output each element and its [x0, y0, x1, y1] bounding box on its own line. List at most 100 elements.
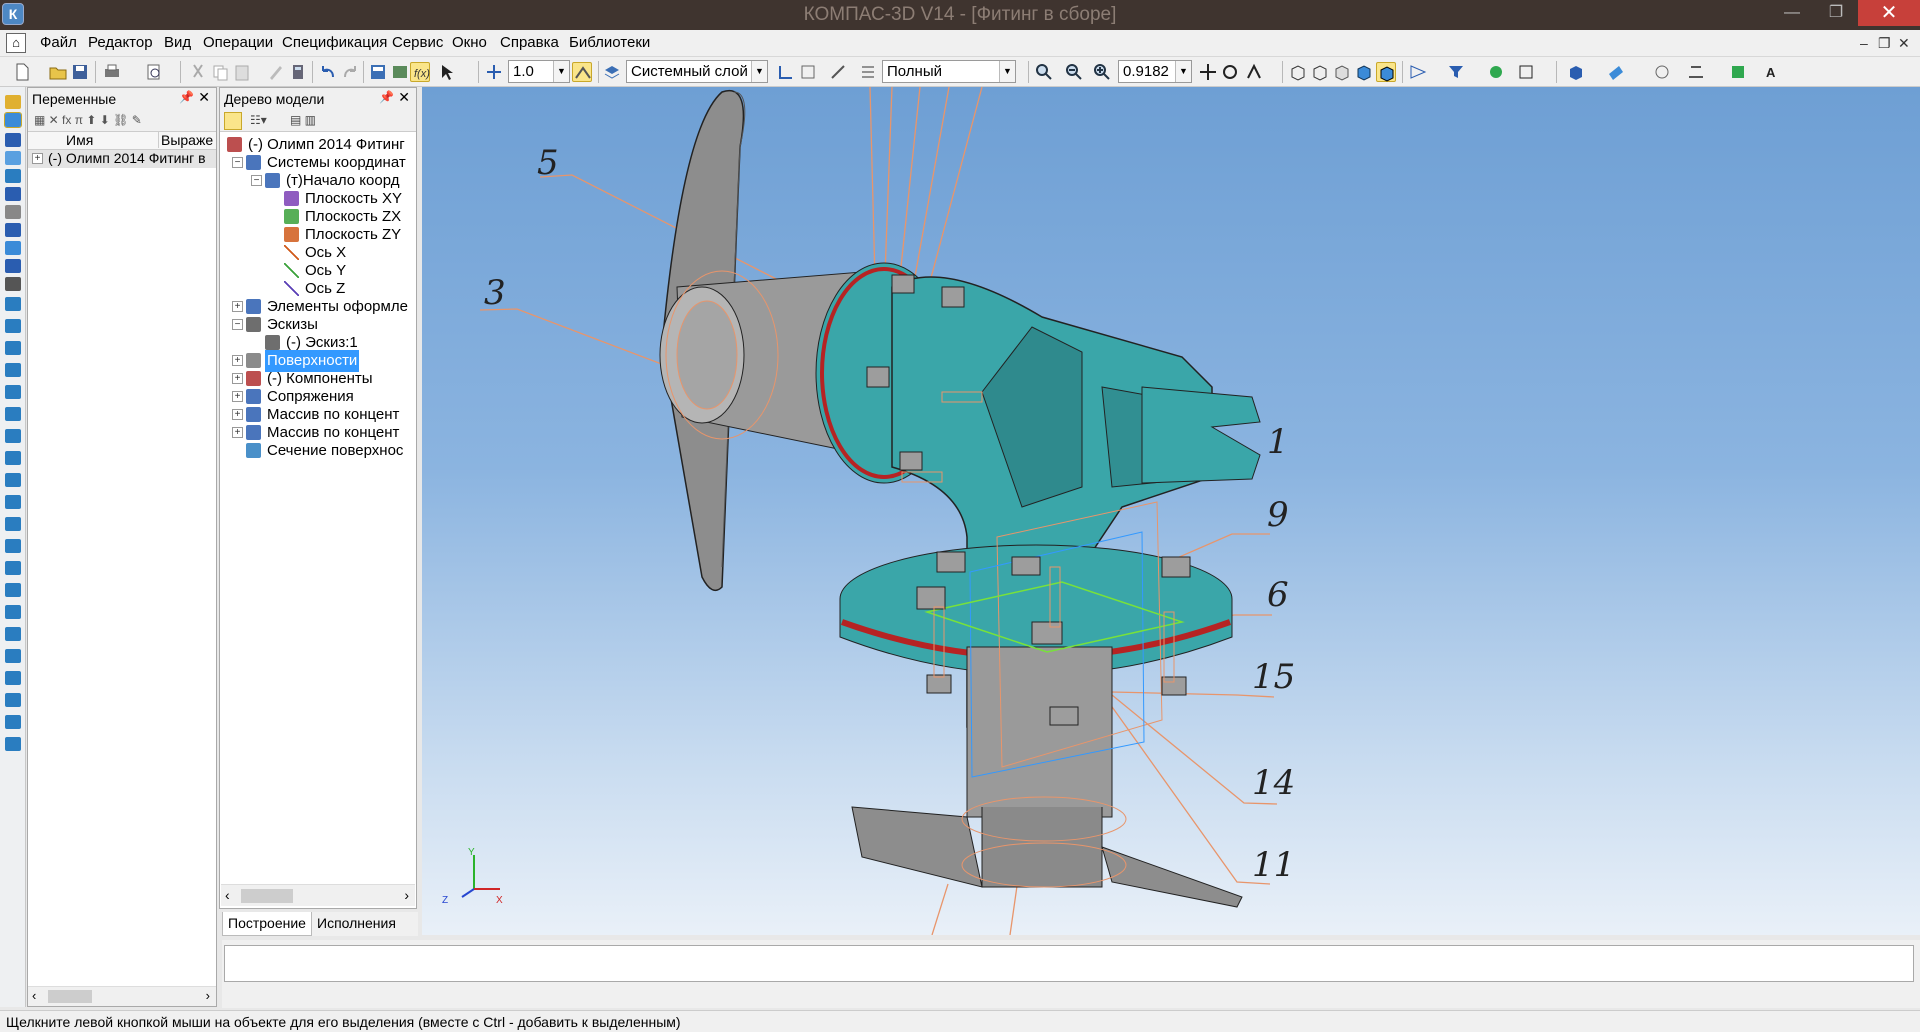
tree-filter-icon[interactable]: ▤ ▥ [290, 113, 316, 127]
shaded-edges-icon[interactable] [1376, 62, 1396, 82]
calculator-icon[interactable] [288, 62, 308, 82]
feature-mirror-icon[interactable] [5, 539, 21, 553]
pin-icon[interactable]: 📌 [379, 90, 394, 104]
expand-icon[interactable]: + [232, 301, 243, 312]
doc-minimize-button[interactable]: – [1860, 35, 1868, 51]
step-combo[interactable]: 1.0 ▼ [508, 60, 570, 83]
scroll-left-icon[interactable]: ‹ [32, 988, 36, 1003]
menu-operations[interactable]: Операции [203, 34, 273, 51]
wireframe-icon[interactable] [1288, 62, 1308, 82]
close-button[interactable]: ✕ [1858, 0, 1920, 26]
maximize-button[interactable]: ❐ [1814, 0, 1858, 26]
filter-tools-icon[interactable] [5, 241, 21, 255]
curves-tools-icon[interactable] [5, 169, 21, 183]
section-view-icon[interactable] [1652, 62, 1672, 82]
callout-6[interactable]: 6 [1267, 575, 1289, 615]
menu-edit[interactable]: Редактор [88, 34, 153, 51]
step-cursor-icon[interactable] [484, 62, 504, 82]
style-icon[interactable] [858, 62, 878, 82]
menu-service[interactable]: Сервис [392, 34, 443, 51]
sheet-tools-icon[interactable] [5, 259, 21, 273]
callout-11[interactable]: 11 [1252, 845, 1295, 885]
print-preview-icon[interactable] [144, 62, 164, 82]
rotate-icon[interactable] [1220, 62, 1240, 82]
parameters-icon[interactable] [828, 62, 848, 82]
callout-15[interactable]: 15 [1252, 657, 1295, 697]
zoom-out-icon[interactable] [1064, 62, 1084, 82]
minimize-button[interactable]: — [1770, 0, 1814, 26]
menu-window[interactable]: Окно [452, 34, 487, 51]
close-icon[interactable]: ✕ [398, 89, 410, 106]
doc-close-button[interactable]: ✕ [1898, 35, 1910, 52]
open-icon[interactable] [48, 62, 68, 82]
library-manager-icon[interactable] [390, 62, 410, 82]
grid-icon[interactable] [776, 62, 796, 82]
menu-view[interactable]: Вид [164, 34, 191, 51]
collapse-icon[interactable]: − [232, 319, 243, 330]
tree-structure-icon[interactable] [224, 112, 242, 130]
hidden-lines-icon[interactable] [1310, 62, 1330, 82]
manager-icon[interactable] [368, 62, 388, 82]
feature-rib-icon[interactable] [5, 495, 21, 509]
doc-restore-button[interactable]: ❐ [1878, 35, 1891, 52]
menu-libraries[interactable]: Библиотеки [569, 34, 650, 51]
menu-file[interactable]: Файл [40, 34, 77, 51]
feature-loft-icon[interactable] [5, 385, 21, 399]
shaded-icon[interactable] [1354, 62, 1374, 82]
callout-9[interactable]: 9 [1267, 495, 1289, 535]
thin-hidden-icon[interactable] [1332, 62, 1352, 82]
feature-array-icon[interactable] [5, 517, 21, 531]
scroll-right-icon[interactable]: › [404, 887, 409, 903]
scroll-right-icon[interactable]: › [206, 988, 210, 1003]
callout-14[interactable]: 14 [1252, 763, 1295, 803]
snap-toggle-icon[interactable] [572, 62, 592, 82]
sketch-tools-icon[interactable] [5, 133, 21, 147]
scroll-thumb[interactable] [48, 990, 92, 1003]
feature-revolve-icon[interactable] [5, 341, 21, 355]
tree-hscroll[interactable]: ‹ › [221, 884, 415, 906]
scroll-thumb[interactable] [241, 889, 293, 903]
callout-3[interactable]: 3 [484, 273, 506, 313]
feature-move-icon[interactable] [5, 737, 21, 751]
rebuild-icon[interactable] [1486, 62, 1506, 82]
column-expression[interactable]: Выраже [158, 132, 213, 148]
feature-sweep-icon[interactable] [5, 363, 21, 377]
feature-cut-icon[interactable] [5, 319, 21, 333]
dimensions-tools-icon[interactable] [5, 151, 21, 165]
feature-component-icon[interactable] [5, 715, 21, 729]
feature-axis-icon[interactable] [5, 583, 21, 597]
measure-tools-icon[interactable] [5, 223, 21, 237]
zoom-combo[interactable]: 0.9182 ▼ [1118, 60, 1192, 83]
feature-section-icon[interactable] [5, 605, 21, 619]
feature-shell-icon[interactable] [5, 473, 21, 487]
layer-combo[interactable]: Системный слой ▼ [626, 60, 768, 83]
feature-mate-icon[interactable] [5, 693, 21, 707]
insert-component-icon[interactable] [1728, 62, 1748, 82]
expand-icon[interactable]: + [232, 427, 243, 438]
chevron-down-icon[interactable]: ▼ [751, 61, 767, 82]
tree-view-mode-icon[interactable]: ☷▾ [250, 113, 267, 127]
scroll-left-icon[interactable]: ‹ [225, 887, 230, 903]
tab-executions[interactable]: Исполнения [312, 912, 401, 936]
expand-icon[interactable]: + [232, 409, 243, 420]
help-pointer-icon[interactable] [438, 62, 458, 82]
model-viewport[interactable]: 5 3 1 9 6 15 14 11 Y X Z [422, 87, 1920, 935]
pan-icon[interactable] [1198, 62, 1218, 82]
callout-5[interactable]: 5 [537, 143, 559, 183]
color-icon[interactable] [1566, 62, 1586, 82]
print-icon[interactable] [102, 62, 122, 82]
new-document-icon[interactable] [12, 62, 32, 82]
display-mode-combo[interactable]: Полный ▼ [882, 60, 1016, 83]
collapse-icon[interactable]: − [232, 157, 243, 168]
close-icon[interactable]: ✕ [198, 89, 210, 106]
pin-icon[interactable]: 📌 [179, 90, 194, 104]
spec-tools-icon[interactable] [5, 205, 21, 219]
feature-split-icon[interactable] [5, 627, 21, 641]
save-icon[interactable] [70, 62, 90, 82]
variables-hscroll[interactable]: ‹ › [28, 986, 216, 1006]
expand-icon[interactable]: + [232, 391, 243, 402]
feature-hole-icon[interactable] [5, 451, 21, 465]
expand-icon[interactable]: + [32, 153, 43, 164]
column-name[interactable]: Имя [66, 132, 93, 148]
perspective-icon[interactable] [1408, 62, 1428, 82]
